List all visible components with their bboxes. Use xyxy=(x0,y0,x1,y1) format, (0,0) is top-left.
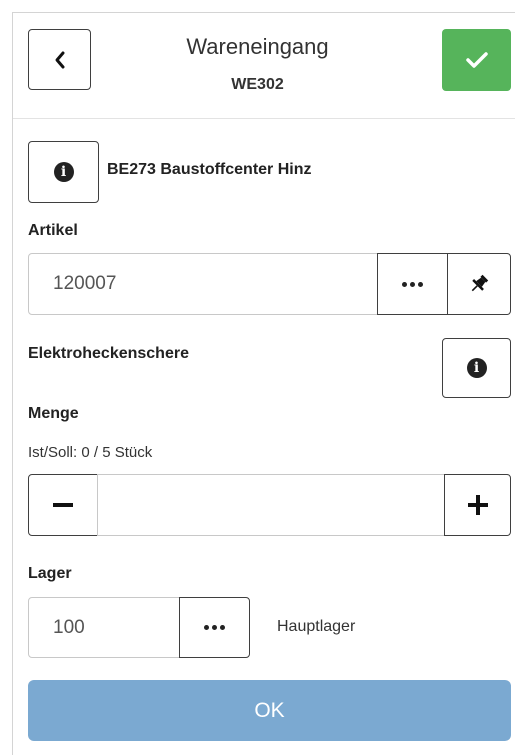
page-title: Wareneingang xyxy=(186,34,329,59)
article-label: Artikel xyxy=(28,222,78,239)
storage-input[interactable]: 100 xyxy=(28,597,180,658)
quantity-input[interactable] xyxy=(97,474,446,536)
ellipsis-icon xyxy=(402,281,423,287)
storage-description: Hauptlager xyxy=(277,618,356,635)
info-icon: i xyxy=(466,358,487,378)
article-input[interactable]: 120007 xyxy=(28,253,378,315)
article-description: Elektroheckenschere xyxy=(28,345,189,362)
storage-lookup-button[interactable] xyxy=(179,597,250,658)
article-info-button[interactable]: i xyxy=(442,338,511,398)
storage-label: Lager xyxy=(28,565,72,582)
page-subtitle: WE302 xyxy=(231,76,284,93)
quantity-increase-button[interactable] xyxy=(444,474,511,536)
minus-icon xyxy=(53,503,73,507)
article-pin-button[interactable] xyxy=(447,253,511,315)
quantity-status: Ist/Soll: 0 / 5 Stück xyxy=(28,444,153,461)
pin-icon xyxy=(471,274,489,292)
info-icon: i xyxy=(53,162,74,182)
ellipsis-icon xyxy=(204,625,225,630)
ok-button[interactable]: OK xyxy=(28,680,511,741)
header-divider xyxy=(13,118,515,119)
confirm-button[interactable] xyxy=(442,29,511,91)
article-lookup-button[interactable] xyxy=(377,253,448,315)
plus-icon xyxy=(467,495,488,515)
supplier-info-button[interactable]: i xyxy=(28,141,99,203)
storage-input-value: 100 xyxy=(53,616,85,638)
article-input-value: 120007 xyxy=(53,273,117,294)
supplier-text: BE273 Baustoffcenter Hinz xyxy=(107,161,312,178)
check-icon xyxy=(465,52,488,68)
quantity-decrease-button[interactable] xyxy=(28,474,98,536)
quantity-label: Menge xyxy=(28,405,79,422)
